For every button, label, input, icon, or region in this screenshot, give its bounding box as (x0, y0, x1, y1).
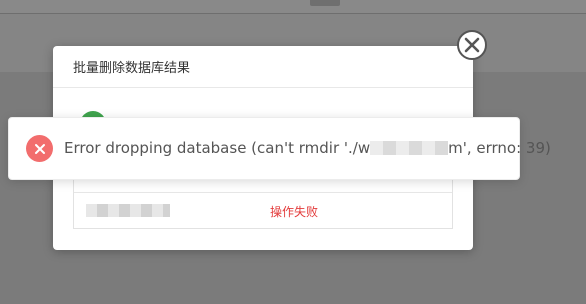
close-x-glyph (464, 37, 480, 53)
toast-message: Error dropping database (can't rmdir './… (64, 139, 551, 157)
toast-message-end: m', errno: 39) (448, 139, 551, 157)
dialog-title: 批量删除数据库结果 (73, 61, 191, 76)
close-icon[interactable] (457, 30, 487, 60)
error-toast: Error dropping database (can't rmdir './… (8, 117, 551, 180)
error-x-icon (26, 135, 53, 162)
dialog-header: 批量删除数据库结果 (53, 46, 473, 88)
background-toolbar-text (310, 0, 340, 6)
toast-message-start: Error dropping database (can't rmdir './… (64, 139, 371, 157)
background-toolbar (0, 0, 586, 14)
database-name-cell (86, 204, 170, 217)
redacted-path (370, 141, 449, 155)
table-row: 操作失败 (74, 193, 452, 229)
status-cell: 操作失败 (270, 205, 319, 219)
